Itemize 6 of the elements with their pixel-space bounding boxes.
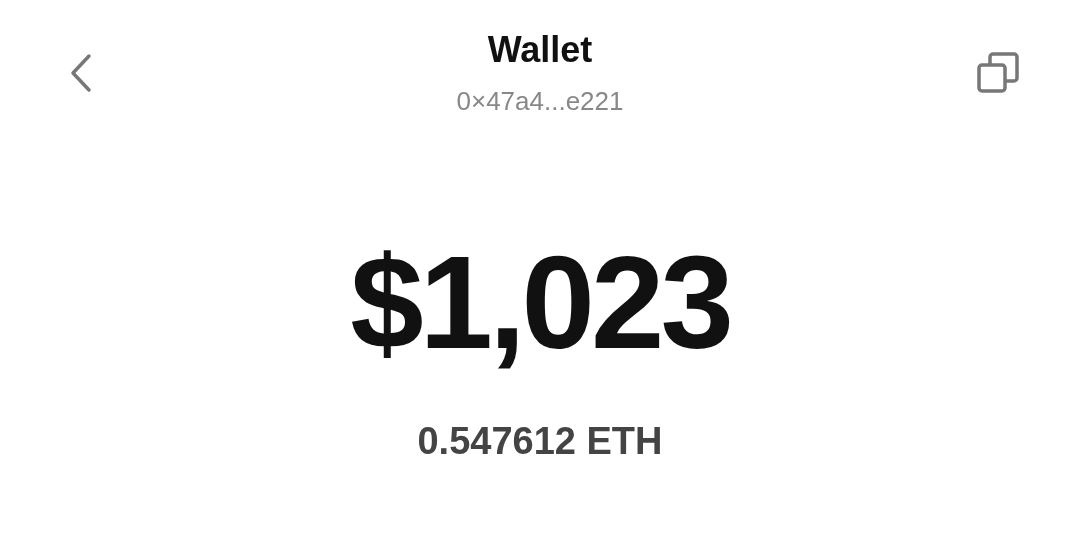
fiat-balance: $1,023 — [350, 228, 730, 378]
copy-icon — [976, 51, 1020, 95]
chevron-left-icon — [69, 53, 93, 93]
wallet-address: 0×47a4...e221 — [456, 85, 624, 118]
window-title: Wallet — [487, 28, 593, 72]
crypto-balance: 0.547612 ETH — [417, 419, 663, 464]
